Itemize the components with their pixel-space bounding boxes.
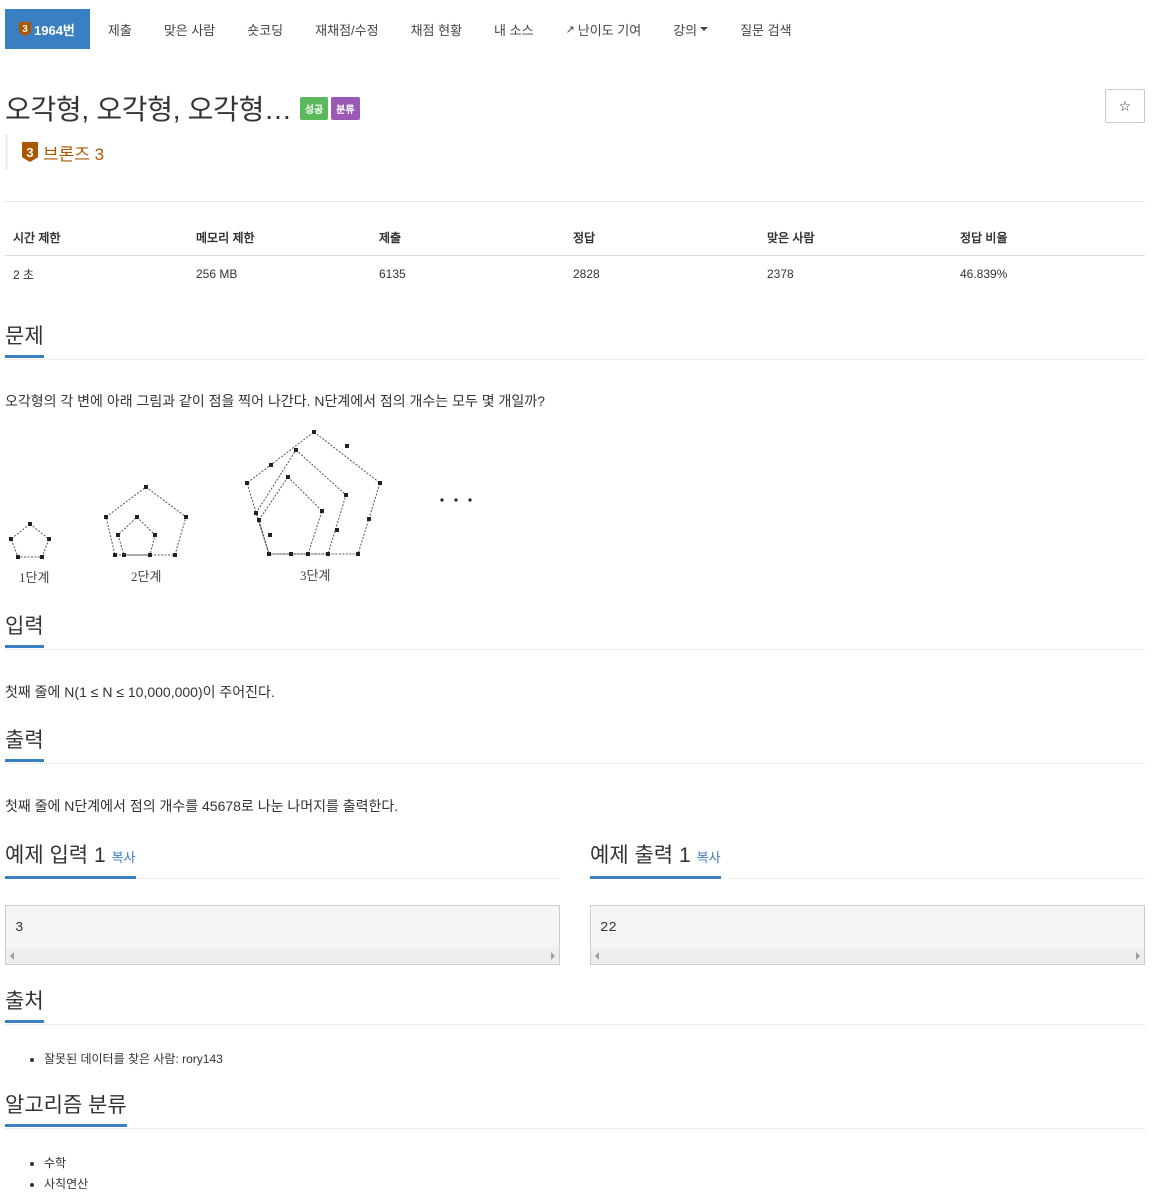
caret-down-icon <box>700 27 709 31</box>
figure-label-stage2: 2단계 <box>131 569 161 584</box>
sample-output-box[interactable]: 22 <box>590 905 1145 965</box>
input-section-title: 입력 <box>5 614 44 648</box>
sample-input-title: 예제 입력 1 <box>5 844 106 867</box>
output-section-title: 출력 <box>5 728 44 762</box>
bronze-tier-icon: 3 <box>22 142 38 162</box>
input-section-header: 입력 <box>5 614 1145 650</box>
header-solved-users: 맞은 사람 <box>767 231 815 245</box>
value-accepted: 2828 <box>573 267 600 281</box>
algorithm-tag[interactable]: 수학 <box>44 1153 88 1174</box>
pentagon-figure: 1단계 2단계 3단계 <box>9 430 472 585</box>
sample-input-value: 3 <box>15 920 24 936</box>
nav-difficulty-label: 난이도 기여 <box>577 22 642 38</box>
scroll-left-icon[interactable] <box>595 952 599 960</box>
value-ratio: 46.839% <box>960 267 1008 281</box>
nav-lectures-label: 강의 <box>673 22 698 38</box>
value-solved-users: 2378 <box>767 267 794 281</box>
algorithm-section-title: 알고리즘 분류 <box>5 1093 127 1127</box>
problem-nav: 3 1964번 제출 맞은 사람 숏코딩 재채점/수정 채점 현황 내 소스 ↗… <box>5 9 808 49</box>
header-time-limit: 시간 제한 <box>13 231 61 245</box>
copy-input-button[interactable]: 복사 <box>112 850 136 865</box>
sample-output-header: 예제 출력 1 복사 <box>590 843 1145 879</box>
info-header-row: 시간 제한 메모리 제한 제출 정답 맞은 사람 정답 비율 <box>5 220 1145 256</box>
algorithm-section-header: 알고리즘 분류 <box>5 1093 1145 1129</box>
scroll-left-icon[interactable] <box>10 952 14 960</box>
problem-number-label: 1964번 <box>34 22 75 38</box>
problem-section-title: 문제 <box>5 324 44 358</box>
nav-status[interactable]: 채점 현황 <box>395 9 478 49</box>
scroll-right-icon[interactable] <box>1136 952 1140 960</box>
problem-section-header: 문제 <box>5 324 1145 360</box>
problem-info-table: 시간 제한 메모리 제한 제출 정답 맞은 사람 정답 비율 2 초 256 M… <box>5 220 1145 292</box>
header-submissions: 제출 <box>379 231 402 245</box>
source-section-header: 출처 <box>5 989 1145 1025</box>
nav-short-coding[interactable]: 숏코딩 <box>231 9 299 49</box>
nav-lectures[interactable]: 강의 <box>657 9 724 49</box>
sample-output-title: 예제 출력 1 <box>590 844 691 867</box>
figure-label-stage3: 3단계 <box>300 568 330 583</box>
success-label: 성공 <box>299 96 329 120</box>
nav-rejudge[interactable]: 재채점/수정 <box>299 9 394 49</box>
algorithm-list: 수학 사칙연산 <box>30 1153 88 1195</box>
star-button[interactable]: ☆ <box>1105 89 1145 123</box>
nav-difficulty[interactable]: ↗ 난이도 기여 <box>550 9 658 49</box>
nav-submit[interactable]: 제출 <box>92 9 148 49</box>
sample-output-title-wrap: 예제 출력 1 복사 <box>590 843 721 879</box>
value-time-limit: 2 초 <box>13 267 35 282</box>
sample-output-value: 22 <box>600 920 617 936</box>
scroll-right-icon[interactable] <box>551 952 555 960</box>
divider <box>5 201 1145 202</box>
nav-solved-users[interactable]: 맞은 사람 <box>148 9 231 49</box>
algorithm-tag[interactable]: 사칙연산 <box>44 1174 88 1195</box>
figure-label-stage1: 1단계 <box>19 570 49 585</box>
info-value-row: 2 초 256 MB 6135 2828 2378 46.839% <box>5 256 1145 292</box>
title-row: 오각형, 오각형, 오각형… 성공 분류 <box>5 88 360 128</box>
copy-output-button[interactable]: 복사 <box>697 850 721 865</box>
sample-input-title-wrap: 예제 입력 1 복사 <box>5 843 136 879</box>
problem-title: 오각형, 오각형, 오각형… <box>5 94 292 125</box>
external-link-icon: ↗ <box>565 23 575 36</box>
input-description: 첫째 줄에 N(1 ≤ N ≤ 10,000,000)이 주어진다. <box>5 684 275 700</box>
output-section-header: 출력 <box>5 728 1145 764</box>
class-label[interactable]: 분류 <box>331 96 360 120</box>
tier-label[interactable]: 브론즈 3 <box>43 140 104 165</box>
problem-description: 오각형의 각 변에 아래 그림과 같이 점을 찍어 나간다. N단계에서 점의 … <box>5 393 545 409</box>
header-memory-limit: 메모리 제한 <box>196 231 255 245</box>
horizontal-scrollbar[interactable] <box>591 948 1144 964</box>
nav-questions[interactable]: 질문 검색 <box>724 9 807 49</box>
sample-input-header: 예제 입력 1 복사 <box>5 843 560 879</box>
tier-row: 3 브론즈 3 <box>5 134 104 170</box>
source-section-title: 출처 <box>5 989 44 1023</box>
nav-problem-number[interactable]: 3 1964번 <box>5 9 90 49</box>
source-list: 잘못된 데이터를 찾은 사람: rory143 <box>30 1049 223 1070</box>
output-description: 첫째 줄에 N단계에서 점의 개수를 45678로 나눈 나머지를 출력한다. <box>5 798 399 814</box>
horizontal-scrollbar[interactable] <box>6 948 559 964</box>
bronze-tier-icon: 3 <box>19 22 31 36</box>
source-user-link[interactable]: rory143 <box>182 1052 223 1066</box>
header-accepted: 정답 <box>573 231 596 245</box>
sample-input-box[interactable]: 3 <box>5 905 560 965</box>
header-ratio: 정답 비율 <box>960 231 1008 245</box>
source-prefix: 잘못된 데이터를 찾은 사람: <box>44 1052 183 1066</box>
value-submissions: 6135 <box>379 267 406 281</box>
source-item: 잘못된 데이터를 찾은 사람: rory143 <box>44 1049 223 1070</box>
nav-my-source[interactable]: 내 소스 <box>478 9 550 49</box>
value-memory-limit: 256 MB <box>196 267 238 281</box>
